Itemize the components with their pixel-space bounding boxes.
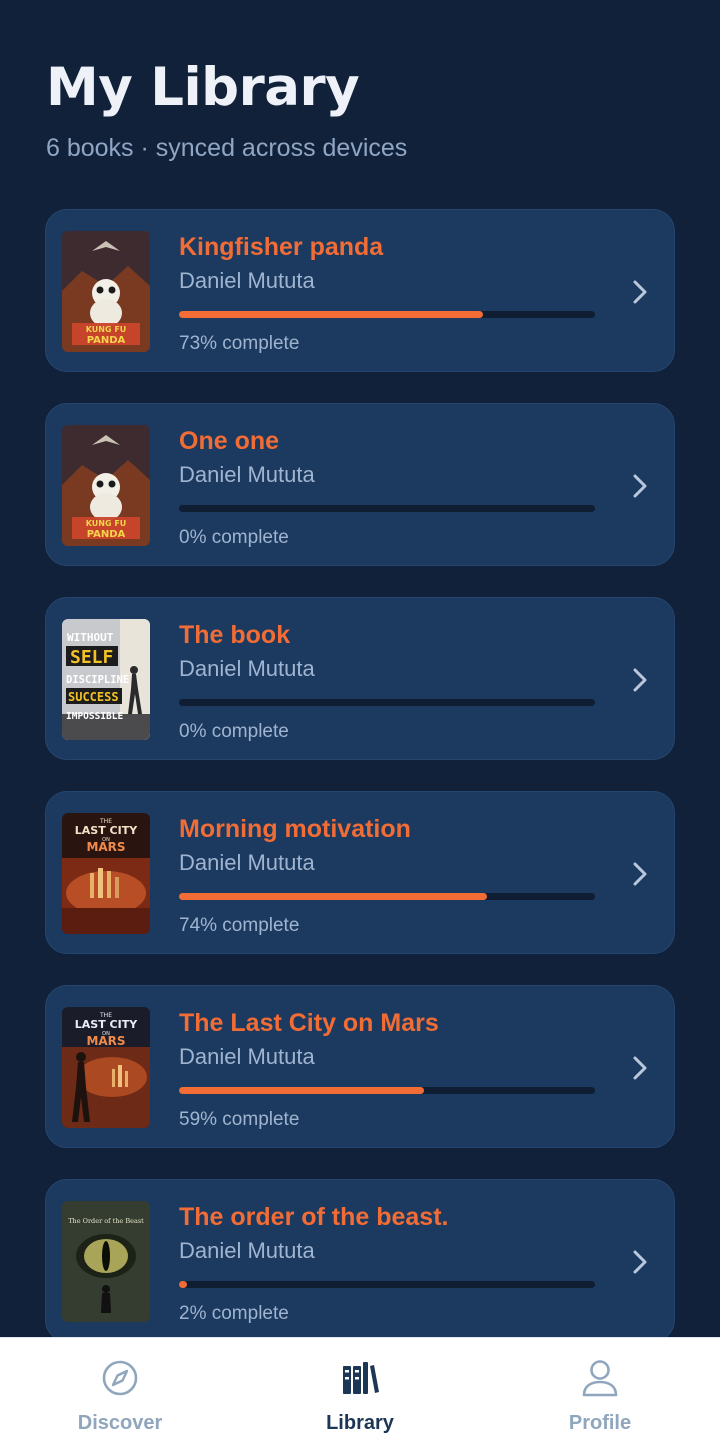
cover-text: MARS: [86, 1034, 125, 1048]
nav-item-discover[interactable]: Discover: [0, 1338, 240, 1452]
page-title: My Library: [46, 57, 360, 118]
book-author: Daniel Mututa: [179, 850, 315, 875]
book-title: Morning motivation: [179, 815, 411, 843]
book-info: One one Daniel Mututa 0% complete: [179, 424, 595, 550]
chevron-right-icon: [633, 1056, 647, 1080]
progress-text: 59% complete: [179, 1109, 300, 1130]
chevron-right-icon: [633, 668, 647, 692]
nav-label: Discover: [77, 1412, 163, 1434]
book-cover: The Order of the Beast: [62, 1201, 150, 1322]
progress-fill: [179, 1087, 425, 1094]
book-info: Kingfisher panda Daniel Mututa 73% compl…: [179, 230, 595, 356]
progress-text: 73% complete: [179, 333, 300, 354]
cover-text: SELF: [70, 647, 113, 668]
book-author: Daniel Mututa: [179, 1044, 315, 1069]
cover-text: LAST CITY: [75, 824, 138, 837]
cover-text: IMPOSSIBLE: [66, 711, 123, 722]
book-author: Daniel Mututa: [179, 462, 315, 487]
book-title: The Last City on Mars: [179, 1009, 439, 1037]
cover-text: KUNG FU: [86, 519, 127, 528]
cover-text: SUCCESS: [68, 690, 119, 704]
book-title: Kingfisher panda: [179, 233, 384, 261]
book-card[interactable]: KUNG FU PANDA One one Daniel Mututa 0% c…: [45, 403, 675, 566]
book-info: Morning motivation Daniel Mututa 74% com…: [179, 812, 595, 938]
book-cover: KUNG FU PANDA: [62, 231, 150, 352]
cover-text: MARS: [86, 840, 125, 854]
nav-label: Library: [326, 1412, 394, 1434]
chevron-right-icon: [633, 862, 647, 886]
cover-text: The Order of the Beast: [68, 1217, 144, 1225]
header: My Library 6 books · synced across devic…: [46, 56, 407, 164]
book-cover: WITHOUT SELF DISCIPLINE SUCCESS IMPOSSIB…: [62, 619, 150, 740]
book-card[interactable]: THE LAST CITY ON MARS The Last City on M…: [45, 985, 675, 1148]
book-title: One one: [179, 427, 280, 455]
progress-text: 0% complete: [179, 721, 289, 742]
chevron-right-icon: [633, 474, 647, 498]
book-author: Daniel Mututa: [179, 1238, 315, 1263]
book-author: Daniel Mututa: [179, 268, 315, 293]
progress-fill: [179, 893, 487, 900]
library-screen: My Library 6 books · synced across devic…: [0, 0, 720, 1452]
book-card[interactable]: WITHOUT SELF DISCIPLINE SUCCESS IMPOSSIB…: [45, 597, 675, 760]
cover-text: PANDA: [87, 335, 126, 346]
book-info: The book Daniel Mututa 0% complete: [179, 618, 595, 744]
nav-label: Profile: [568, 1412, 632, 1434]
nav-item-profile[interactable]: Profile: [480, 1338, 720, 1452]
page-subtitle: 6 books · synced across devices: [46, 134, 408, 162]
progress-bar: [179, 505, 595, 512]
progress-bar: [179, 1087, 595, 1094]
cover-text: WITHOUT: [67, 631, 114, 644]
chevron-right-icon: [633, 280, 647, 304]
bottom-nav: Discover Library Profile: [0, 1337, 720, 1452]
book-title: The book: [179, 621, 291, 649]
book-info: The Last City on Mars Daniel Mututa 59% …: [179, 1006, 595, 1132]
compass-icon: [102, 1360, 138, 1396]
chevron-right-icon: [633, 1250, 647, 1274]
progress-fill: [179, 1281, 187, 1288]
progress-bar: [179, 893, 595, 900]
progress-fill: [179, 311, 483, 318]
progress-bar: [179, 311, 595, 318]
progress-text: 2% complete: [179, 1303, 289, 1324]
book-cover: KUNG FU PANDA: [62, 425, 150, 546]
book-author: Daniel Mututa: [179, 656, 315, 681]
book-cover: THE LAST CITY ON MARS: [62, 1007, 150, 1128]
progress-text: 0% complete: [179, 527, 289, 548]
cover-text: DISCIPLINE: [66, 674, 129, 686]
book-list: KUNG FU PANDA Kingfisher panda Daniel Mu…: [45, 209, 675, 1373]
nav-item-library[interactable]: Library: [240, 1338, 480, 1452]
book-cover: THE LAST CITY ON MARS: [62, 813, 150, 934]
cover-text: KUNG FU: [86, 325, 127, 334]
progress-bar: [179, 1281, 595, 1288]
user-icon: [582, 1360, 618, 1397]
progress-bar: [179, 699, 595, 706]
library-icon: [343, 1362, 379, 1394]
book-info: The order of the beast. Daniel Mututa 2%…: [179, 1200, 595, 1326]
progress-text: 74% complete: [179, 915, 300, 936]
book-card[interactable]: THE LAST CITY ON MARS Morning motivation…: [45, 791, 675, 954]
book-card[interactable]: KUNG FU PANDA Kingfisher panda Daniel Mu…: [45, 209, 675, 372]
cover-text: PANDA: [87, 529, 126, 540]
book-title: The order of the beast.: [179, 1203, 449, 1231]
cover-text: LAST CITY: [75, 1018, 138, 1031]
book-card[interactable]: The Order of the Beast The order of the …: [45, 1179, 675, 1342]
